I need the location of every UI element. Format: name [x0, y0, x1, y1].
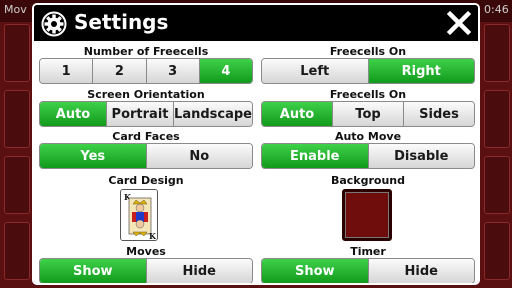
card-faces-label: Card Faces [112, 130, 180, 143]
orientation-landscape[interactable]: Landscape [174, 102, 252, 126]
timer-display-selector: Show Hide [261, 258, 475, 283]
background-card-slot [484, 90, 510, 148]
freecells-side-selector: Left Right [261, 58, 475, 84]
background-card-slot [4, 156, 30, 214]
auto-move-selector: Enable Disable [261, 143, 475, 169]
moves-display-selector: Show Hide [39, 258, 253, 283]
timer-label: Timer [350, 245, 386, 258]
freecells-side-right[interactable]: Right [368, 59, 474, 83]
moves-hide[interactable]: Hide [146, 259, 252, 283]
card-rank-bottom: K [149, 231, 157, 241]
close-icon[interactable] [446, 10, 472, 36]
freecells-option-3[interactable]: 3 [146, 59, 200, 83]
freecells-count-selector: 1 2 3 4 [39, 58, 253, 84]
card-design-label: Card Design [108, 174, 184, 187]
background-card-slot [484, 222, 510, 280]
background-card-slot [4, 24, 30, 82]
card-design-preview[interactable]: K K [120, 189, 158, 241]
auto-move-enable[interactable]: Enable [262, 144, 369, 168]
freecells-position-label: Freecells On [329, 88, 407, 101]
background-label: Background [330, 174, 406, 187]
moves-show[interactable]: Show [40, 259, 147, 283]
dialog-header: Settings [34, 5, 478, 41]
timer-readout: 0:46 [484, 3, 509, 16]
gear-icon [41, 11, 67, 37]
screen-orientation-selector: Auto Portrait Landscape [39, 101, 253, 127]
moves-label: Moves [126, 245, 166, 258]
settings-dialog: Settings Number of Freecells 1 2 3 4 Fre… [32, 3, 480, 285]
freecells-side-left[interactable]: Left [262, 59, 369, 83]
background-card-slot [484, 24, 510, 82]
background-card-slot [4, 90, 30, 148]
freecells-position-auto[interactable]: Auto [262, 102, 333, 126]
dialog-title: Settings [74, 10, 169, 34]
auto-move-label: Auto Move [334, 130, 402, 143]
freecells-position-selector: Auto Top Sides [261, 101, 475, 127]
card-faces-no[interactable]: No [146, 144, 252, 168]
freecells-option-4[interactable]: 4 [199, 59, 252, 83]
freecells-option-2[interactable]: 2 [93, 59, 147, 83]
orientation-portrait[interactable]: Portrait [107, 102, 175, 126]
king-card-icon: K K [121, 190, 157, 241]
timer-show[interactable]: Show [262, 259, 369, 283]
freecells-on-label: Freecells On [329, 45, 407, 58]
background-card-slot [4, 222, 30, 280]
card-faces-yes[interactable]: Yes [40, 144, 147, 168]
settings-panel: Number of Freecells 1 2 3 4 Freecells On… [34, 41, 478, 283]
auto-move-disable[interactable]: Disable [368, 144, 474, 168]
freecells-position-top[interactable]: Top [333, 102, 404, 126]
freecells-position-sides[interactable]: Sides [404, 102, 474, 126]
orientation-auto[interactable]: Auto [40, 102, 108, 126]
card-faces-selector: Yes No [39, 143, 253, 169]
screen-orientation-label: Screen Orientation [87, 88, 205, 101]
moves-counter-label: Mov [4, 3, 27, 16]
freecells-count-label: Number of Freecells [83, 45, 209, 58]
timer-hide[interactable]: Hide [368, 259, 474, 283]
background-color-swatch[interactable] [342, 189, 392, 241]
freecells-option-1[interactable]: 1 [40, 59, 94, 83]
background-card-slot [484, 156, 510, 214]
